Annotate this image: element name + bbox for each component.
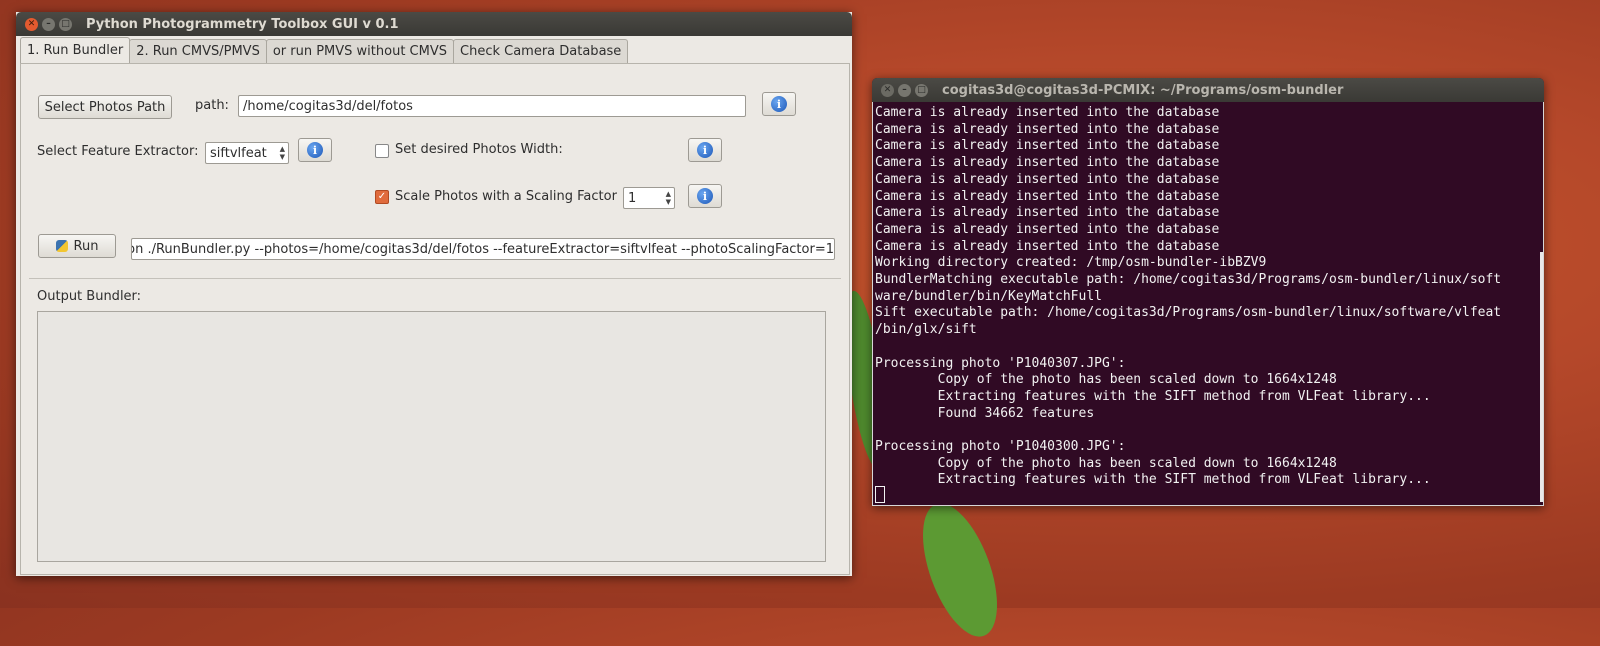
terminal-line: Camera is already inserted into the data… <box>875 171 1220 187</box>
terminal-line: /bin/glx/sift <box>875 322 977 338</box>
terminal-line: Found 34662 features <box>875 405 1095 421</box>
path-input[interactable]: /home/cogitas3d/del/fotos <box>238 95 746 117</box>
run-label: Run <box>73 238 99 254</box>
python-icon <box>55 240 68 252</box>
tab-run-cmvs-pmvs[interactable]: 2. Run CMVS/PMVS <box>129 39 267 64</box>
window-title: Python Photogrammetry Toolbox GUI v 0.1 <box>86 16 399 32</box>
width-info-button[interactable]: i <box>688 138 722 162</box>
terminal-line: Camera is already inserted into the data… <box>875 121 1220 137</box>
scale-info-button[interactable]: i <box>688 184 722 208</box>
terminal-line: Camera is already inserted into the data… <box>875 188 1220 204</box>
run-bundler-panel: Select Photos Path path: /home/cogitas3d… <box>20 63 850 575</box>
feature-extractor-value: siftvlfeat <box>210 145 267 161</box>
terminal-line: Camera is already inserted into the data… <box>875 238 1220 254</box>
path-info-button[interactable]: i <box>762 92 796 116</box>
run-button[interactable]: Run <box>38 234 116 258</box>
terminal-line: Copy of the photo has been scaled down t… <box>875 372 1337 388</box>
terminal-scrollbar[interactable] <box>1540 252 1543 502</box>
gui-titlebar: ✕ – □ Python Photogrammetry Toolbox GUI … <box>16 12 852 36</box>
minimize-icon[interactable]: – <box>898 83 911 97</box>
close-icon[interactable]: ✕ <box>25 17 38 31</box>
scale-factor-label: Scale Photos with a Scaling Factor <box>395 189 617 204</box>
terminal-line: Copy of the photo has been scaled down t… <box>875 455 1337 471</box>
terminal-line: Extracting features with the SIFT method… <box>875 388 1431 404</box>
scale-factor-checkbox[interactable]: ✓ <box>375 190 389 204</box>
terminal-line: Extracting features with the SIFT method… <box>875 472 1431 488</box>
terminal-line: Camera is already inserted into the data… <box>875 138 1220 154</box>
tab-run-bundler[interactable]: 1. Run Bundler <box>20 37 131 65</box>
info-icon: i <box>697 188 713 204</box>
minimize-icon[interactable]: – <box>42 17 55 31</box>
terminal-title: cogitas3d@cogitas3d-PCMIX: ~/Programs/os… <box>942 82 1344 98</box>
terminal-window: ✕ – □ cogitas3d@cogitas3d-PCMIX: ~/Progr… <box>872 78 1544 506</box>
scale-factor-spinner[interactable]: 1 ▲ ▼ <box>623 187 675 209</box>
scale-factor-value: 1 <box>628 190 637 206</box>
desired-width-label: Set desired Photos Width: <box>395 142 563 157</box>
output-bundler-label: Output Bundler: <box>37 289 142 304</box>
tab-run-pmvs[interactable]: or run PMVS without CMVS <box>265 39 454 64</box>
maximize-icon[interactable]: □ <box>59 17 72 31</box>
terminal-line: Processing photo 'P1040307.JPG': <box>875 355 1126 371</box>
select-photos-button[interactable]: Select Photos Path <box>38 95 172 119</box>
terminal-line: Processing photo 'P1040300.JPG': <box>875 439 1126 455</box>
terminal-line: Working directory created: /tmp/osm-bund… <box>875 255 1267 271</box>
extractor-info-button[interactable]: i <box>298 138 332 162</box>
info-icon: i <box>771 96 787 112</box>
info-icon: i <box>697 142 713 158</box>
feature-extractor-label: Select Feature Extractor: <box>37 144 199 159</box>
terminal-output: Camera is already inserted into the data… <box>873 102 1543 489</box>
desired-width-checkbox[interactable] <box>375 144 389 158</box>
terminal-line: Camera is already inserted into the data… <box>875 205 1220 221</box>
command-input[interactable]: python ./RunBundler.py --photos=/home/co… <box>131 238 835 260</box>
wallpaper-stem <box>907 493 1013 646</box>
path-label: path: <box>195 98 229 113</box>
output-bundler-area[interactable] <box>37 311 826 562</box>
terminal-line: Camera is already inserted into the data… <box>875 155 1220 171</box>
spin-arrows-icon: ▲ ▼ <box>279 145 285 161</box>
tab-check-camera-database[interactable]: Check Camera Database <box>453 39 629 64</box>
panel-separator <box>29 278 841 279</box>
terminal-line: ware/bundler/bin/KeyMatchFull <box>875 288 1102 304</box>
feature-extractor-select[interactable]: siftvlfeat ▲ ▼ <box>205 142 289 164</box>
close-icon[interactable]: ✕ <box>881 83 894 97</box>
terminal-line: BundlerMatching executable path: /home/c… <box>875 272 1502 288</box>
command-text: python ./RunBundler.py --photos=/home/co… <box>131 241 834 257</box>
info-icon: i <box>307 142 323 158</box>
tab-bar: 1. Run Bundler 2. Run CMVS/PMVS or run P… <box>20 37 629 65</box>
photogrammetry-window: ✕ – □ Python Photogrammetry Toolbox GUI … <box>16 12 852 576</box>
terminal-line: Camera is already inserted into the data… <box>875 105 1220 120</box>
spin-arrows-icon: ▲ ▼ <box>665 190 671 206</box>
terminal-titlebar: ✕ – □ cogitas3d@cogitas3d-PCMIX: ~/Progr… <box>872 78 1544 102</box>
terminal-body[interactable]: Camera is already inserted into the data… <box>872 102 1544 506</box>
terminal-cursor <box>875 486 885 503</box>
maximize-icon[interactable]: □ <box>915 83 928 97</box>
terminal-line: Sift executable path: /home/cogitas3d/Pr… <box>875 305 1502 321</box>
terminal-line: Camera is already inserted into the data… <box>875 221 1220 237</box>
